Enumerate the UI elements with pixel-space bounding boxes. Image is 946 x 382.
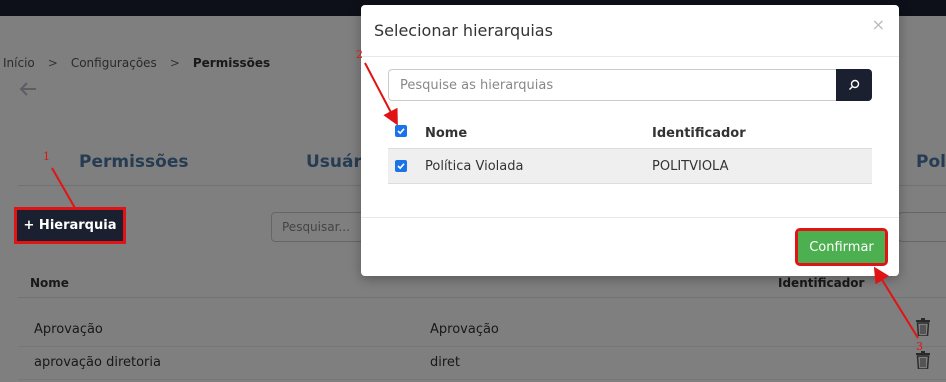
annotation-number-1: 1	[43, 150, 50, 163]
modal-search	[388, 69, 872, 101]
close-icon[interactable]: ×	[872, 15, 885, 34]
annotation-number-3: 3	[916, 340, 923, 353]
add-hierarchy-button-highlight[interactable]: + Hierarquia	[14, 207, 126, 244]
column-identificador: Identificador	[652, 126, 746, 141]
table-row[interactable]: Política Violada POLITVIOLA	[388, 149, 872, 184]
modal-footer: Confirmar	[361, 217, 899, 276]
row-checkbox[interactable]	[395, 160, 407, 172]
confirm-button[interactable]: Confirmar	[795, 228, 888, 266]
select-all-checkbox[interactable]	[395, 125, 407, 137]
row-nome: Política Violada	[425, 159, 524, 174]
table-header: Nome Identificador	[388, 115, 872, 149]
modal-title: Selecionar hierarquias	[374, 21, 553, 40]
annotation-number-2: 2	[356, 48, 363, 61]
search-button[interactable]	[836, 69, 872, 101]
search-icon	[849, 79, 860, 90]
hierarchy-table: Nome Identificador Política Violada POLI…	[388, 115, 872, 184]
column-nome: Nome	[425, 126, 468, 141]
hierarchy-search-input[interactable]	[388, 69, 838, 101]
row-identificador: POLITVIOLA	[652, 159, 729, 174]
select-hierarchies-modal: Selecionar hierarquias × Nome Identifica…	[361, 5, 899, 276]
modal-header: Selecionar hierarquias ×	[361, 5, 899, 57]
